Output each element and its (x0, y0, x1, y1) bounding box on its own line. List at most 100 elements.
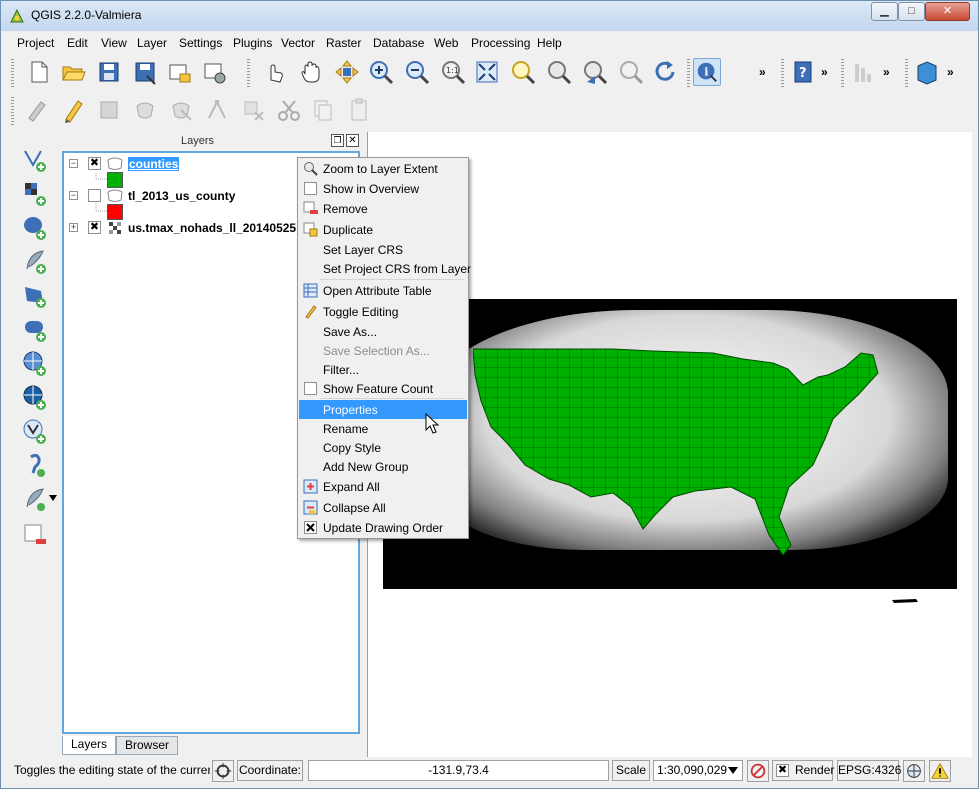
add-wms-layer-icon[interactable] (21, 349, 49, 377)
add-feature-icon[interactable] (131, 96, 159, 124)
remove-layer-icon[interactable] (21, 521, 49, 549)
menu-item-rename[interactable]: Rename (299, 419, 467, 438)
toolbar-overflow-button[interactable]: » (821, 65, 828, 79)
chevron-down-icon[interactable] (728, 767, 738, 774)
menu-view[interactable]: View (101, 36, 127, 50)
save-as-icon[interactable] (131, 58, 159, 86)
minimize-button[interactable]: ▁ (871, 2, 898, 21)
add-wcs-layer-icon[interactable] (21, 383, 49, 411)
collapse-toggle[interactable]: − (69, 191, 78, 200)
toggle-editing-icon[interactable] (59, 96, 87, 124)
toolbar-grip[interactable] (247, 59, 250, 87)
composer-manager-icon[interactable] (200, 58, 228, 86)
add-oracle-layer-icon[interactable] (21, 315, 49, 343)
zoom-in-icon[interactable] (367, 58, 395, 86)
pan-to-selection-icon[interactable] (333, 58, 361, 86)
stop-render-icon[interactable] (747, 760, 769, 782)
menu-item-save-selection-as[interactable]: Save Selection As... (299, 341, 467, 360)
projection-icon[interactable] (903, 760, 925, 782)
identify-icon[interactable]: i (693, 58, 721, 86)
menu-item-set-project-crs-from-layer[interactable]: Set Project CRS from Layer (299, 259, 471, 278)
open-project-icon[interactable] (59, 58, 87, 86)
touch-zoom-icon[interactable] (261, 58, 289, 86)
close-panel-button[interactable]: ✕ (346, 134, 359, 147)
zoom-last-icon[interactable] (581, 58, 609, 86)
toolbar-grip[interactable] (11, 59, 14, 87)
layer-visibility-checkbox[interactable]: ✖ (88, 157, 101, 170)
collapse-toggle[interactable]: − (69, 159, 78, 168)
add-spatialite-layer-icon[interactable] (21, 247, 49, 275)
menu-item-set-layer-crs[interactable]: Set Layer CRS (299, 240, 467, 259)
toolbar-grip[interactable] (11, 97, 14, 125)
add-mssql-layer-icon[interactable] (21, 281, 49, 309)
menu-item-zoom-to-layer-extent[interactable]: Zoom to Layer Extent (299, 159, 467, 178)
delete-selected-icon[interactable] (239, 96, 267, 124)
zoom-actual-size-icon[interactable]: 1:1 (439, 58, 467, 86)
menu-item-show-feature-count[interactable]: Show Feature Count (299, 379, 467, 398)
new-print-composer-icon[interactable] (165, 58, 193, 86)
menu-edit[interactable]: Edit (67, 36, 88, 50)
tab-layers[interactable]: Layers (62, 736, 116, 755)
add-postgis-layer-icon[interactable] (21, 213, 49, 241)
cut-features-icon[interactable] (275, 96, 303, 124)
menu-item-show-in-overview[interactable]: Show in Overview (299, 179, 467, 198)
save-edits-icon[interactable] (95, 96, 123, 124)
menu-item-copy-style[interactable]: Copy Style (299, 438, 467, 457)
menu-web[interactable]: Web (434, 36, 458, 50)
chevron-down-icon[interactable] (49, 495, 57, 501)
maximize-button[interactable]: □ (898, 2, 925, 21)
toolbar-grip[interactable] (905, 59, 908, 87)
toolbar-overflow-button[interactable]: » (947, 65, 954, 79)
layer-name[interactable]: tl_2013_us_county (128, 189, 235, 203)
refresh-icon[interactable] (651, 58, 679, 86)
node-tool-icon[interactable] (203, 96, 231, 124)
help-icon[interactable]: ? (789, 58, 817, 86)
menu-help[interactable]: Help (537, 36, 562, 50)
save-project-icon[interactable] (95, 58, 123, 86)
zoom-to-layer-icon[interactable] (545, 58, 573, 86)
render-checkbox[interactable]: ✖ (776, 764, 789, 777)
add-raster-layer-icon[interactable] (21, 179, 49, 207)
undock-panel-button[interactable]: ❐ (331, 134, 344, 147)
zoom-full-icon[interactable] (473, 58, 501, 86)
layer-name[interactable]: us.tmax_nohads_ll_20140525 (128, 221, 296, 235)
menu-settings[interactable]: Settings (179, 36, 222, 50)
current-edits-icon[interactable] (23, 96, 51, 124)
copy-features-icon[interactable] (309, 96, 337, 124)
menu-item-toggle-editing[interactable]: Toggle Editing (299, 302, 467, 321)
scale-field[interactable]: 1:30,090,029 (653, 760, 743, 781)
menu-layer[interactable]: Layer (137, 36, 167, 50)
expand-toggle[interactable]: + (69, 223, 78, 232)
move-feature-icon[interactable] (167, 96, 195, 124)
toolbar-grip[interactable] (781, 59, 784, 87)
new-project-icon[interactable] (25, 58, 53, 86)
add-vector-layer-icon[interactable] (21, 145, 49, 173)
menu-item-properties[interactable]: Properties (299, 400, 467, 419)
menu-item-update-drawing-order[interactable]: Update Drawing Order (299, 518, 467, 537)
zoom-next-icon[interactable] (617, 58, 645, 86)
menu-item-add-new-group[interactable]: Add New Group (299, 457, 467, 476)
menu-item-filter[interactable]: Filter... (299, 360, 467, 379)
layer-name[interactable]: counties (128, 157, 180, 171)
close-button[interactable]: ✕ (925, 2, 970, 21)
add-wfs-layer-icon[interactable] (21, 417, 49, 445)
menu-project[interactable]: Project (17, 36, 54, 50)
tab-browser[interactable]: Browser (116, 736, 178, 755)
crs-status-button[interactable]: EPSG:4326 (837, 760, 901, 781)
render-toggle[interactable]: ✖ Render (772, 760, 834, 781)
menu-item-remove[interactable]: Remove (299, 199, 467, 218)
menu-plugins[interactable]: Plugins (233, 36, 272, 50)
menu-database[interactable]: Database (373, 36, 424, 50)
zoom-out-icon[interactable] (403, 58, 431, 86)
menu-item-save-as[interactable]: Save As... (299, 322, 467, 341)
menu-item-collapse-all[interactable]: Collapse All (299, 498, 467, 517)
coordinate-field[interactable]: -131.9,73.4 (308, 760, 609, 781)
new-shapefile-layer-icon[interactable] (21, 485, 49, 513)
warning-icon[interactable] (929, 760, 951, 782)
menu-item-duplicate[interactable]: Duplicate (299, 220, 467, 239)
menu-raster[interactable]: Raster (326, 36, 361, 50)
coordinate-toggle-icon[interactable] (212, 760, 234, 782)
add-delimited-text-layer-icon[interactable] (21, 451, 49, 479)
paste-features-icon[interactable] (345, 96, 373, 124)
menu-item-expand-all[interactable]: Expand All (299, 477, 467, 496)
